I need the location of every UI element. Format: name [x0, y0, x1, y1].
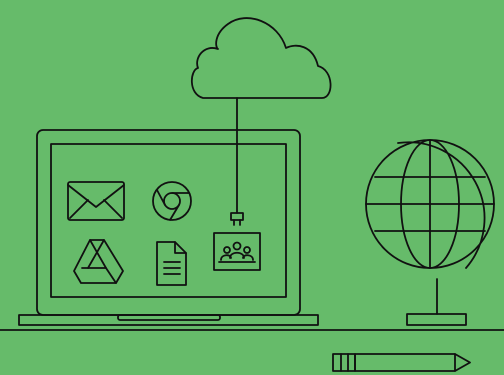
pencil-icon	[332, 353, 471, 372]
classroom-icon	[213, 232, 261, 271]
cloud-icon	[190, 17, 332, 99]
laptop	[18, 129, 319, 326]
gmail-icon	[67, 181, 125, 221]
illustration-svg	[0, 17, 504, 372]
illustration-scene	[0, 0, 504, 375]
chrome-icon	[152, 181, 192, 221]
drive-icon	[73, 239, 124, 284]
globe	[365, 139, 495, 326]
cloud-cable	[230, 97, 244, 226]
docs-icon	[156, 241, 187, 286]
